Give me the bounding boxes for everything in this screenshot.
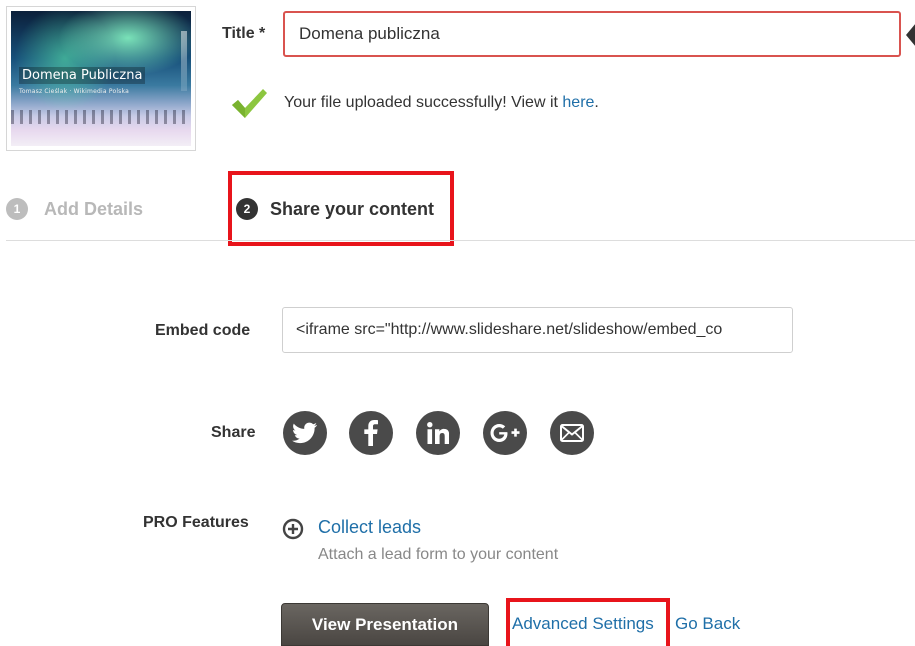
collect-leads-link[interactable]: Collect leads (318, 517, 421, 538)
facebook-icon[interactable] (349, 411, 393, 455)
share-label: Share (211, 424, 256, 441)
view-presentation-button[interactable]: View Presentation (281, 603, 489, 646)
plus-circle-icon[interactable] (282, 518, 304, 540)
step-share-content[interactable]: 2 Share your content (236, 198, 434, 220)
view-upload-link[interactable]: here (562, 94, 594, 111)
email-icon[interactable] (550, 411, 594, 455)
thumbnail-subtitle: Tomasz Cieślak · Wikimedia Polska (19, 88, 129, 95)
embed-code-input[interactable] (282, 307, 793, 353)
tooltip-arrow (906, 23, 915, 47)
thumbnail-title: Domena Publiczna (19, 67, 146, 84)
twitter-icon[interactable] (283, 411, 327, 455)
steps-divider (6, 240, 915, 241)
advanced-settings-link[interactable]: Advanced Settings (512, 614, 654, 634)
embed-code-label: Embed code (155, 322, 251, 339)
step-number-2: 2 (236, 198, 258, 220)
thumbnail-image: Domena Publiczna Tomasz Cieślak · Wikime… (11, 11, 191, 146)
title-label: Title * (222, 25, 266, 42)
presentation-thumbnail: Domena Publiczna Tomasz Cieślak · Wikime… (6, 6, 196, 151)
step-number-1: 1 (6, 198, 28, 220)
checkmark-icon (232, 89, 267, 118)
google-plus-icon[interactable] (483, 411, 527, 455)
linkedin-icon[interactable] (416, 411, 460, 455)
collect-leads-description: Attach a lead form to your content (318, 546, 559, 563)
step-label-share-content: Share your content (270, 198, 435, 219)
step-add-details[interactable]: 1 Add Details (6, 198, 143, 220)
upload-success-message: Your file uploaded successfully! View it… (284, 94, 599, 111)
go-back-link[interactable]: Go Back (675, 614, 740, 634)
step-label-add-details: Add Details (44, 198, 144, 219)
pro-features-label: PRO Features (143, 514, 249, 531)
title-input[interactable] (283, 11, 901, 57)
